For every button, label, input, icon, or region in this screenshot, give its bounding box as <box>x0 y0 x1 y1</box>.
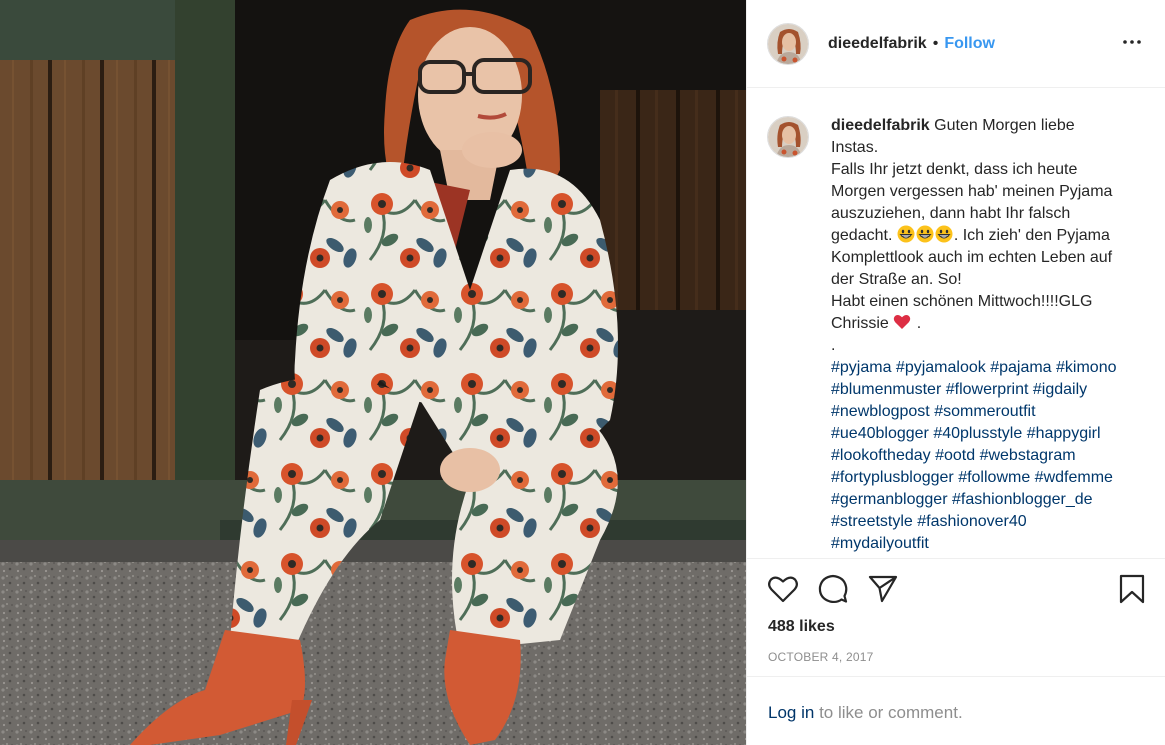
login-prompt-text: to like or comment. <box>819 703 963 722</box>
caption-end-period: . <box>916 315 922 332</box>
avatar-image <box>768 23 808 64</box>
post-date[interactable]: OCTOBER 4, 2017 <box>768 650 874 664</box>
post-author-username[interactable]: dieedelfabrik <box>828 35 927 53</box>
header-separator: • <box>932 34 939 52</box>
caption-comment: dieedelfabrik Guten Morgen liebe Instas.… <box>767 115 1146 555</box>
avatar[interactable] <box>767 22 809 65</box>
comments-section: dieedelfabrik Guten Morgen liebe Instas.… <box>747 89 1165 558</box>
grinning-face-emoji <box>897 225 915 243</box>
caption-line-5: . <box>831 337 836 354</box>
follow-button[interactable]: Follow <box>944 35 995 53</box>
grinning-face-emoji <box>935 225 953 243</box>
caption-username[interactable]: dieedelfabrik <box>831 117 930 134</box>
bookmark-icon[interactable] <box>1116 573 1148 605</box>
caption-line-4: Habt einen schönen Mittwoch!!!!GLG Chris… <box>831 291 1121 335</box>
hashtags[interactable]: #pyjama #pyjamalook #pajama #kimono #blu… <box>831 357 1121 555</box>
more-options-icon[interactable] <box>1120 30 1144 54</box>
heart-icon[interactable] <box>767 573 799 605</box>
caption-text: dieedelfabrik Guten Morgen liebe Instas.… <box>831 115 1121 555</box>
post-header: dieedelfabrik • Follow <box>747 0 1165 88</box>
login-prompt: Log in to like or comment. <box>747 676 1165 745</box>
post-image <box>0 0 746 745</box>
red-heart-emoji <box>894 315 911 329</box>
post-photo[interactable] <box>0 0 746 745</box>
comment-icon[interactable] <box>817 573 849 605</box>
avatar[interactable] <box>767 116 809 158</box>
caption-line-4-text: Habt einen schönen Mittwoch!!!!GLG Chris… <box>831 293 1093 332</box>
share-icon[interactable] <box>867 573 899 605</box>
grinning-face-emoji <box>916 225 934 243</box>
likes-count[interactable]: 488 likes <box>768 618 835 636</box>
post-actions <box>767 573 917 605</box>
caption-line-2: Falls Ihr jetzt denkt, dass ich heute Mo… <box>831 159 1121 291</box>
post-sidebar: dieedelfabrik • Follow dieedelfabrik Gut… <box>746 0 1165 745</box>
login-link[interactable]: Log in <box>768 703 814 722</box>
post-actions-area: 488 likes OCTOBER 4, 2017 <box>747 558 1165 676</box>
avatar-image <box>768 117 808 157</box>
